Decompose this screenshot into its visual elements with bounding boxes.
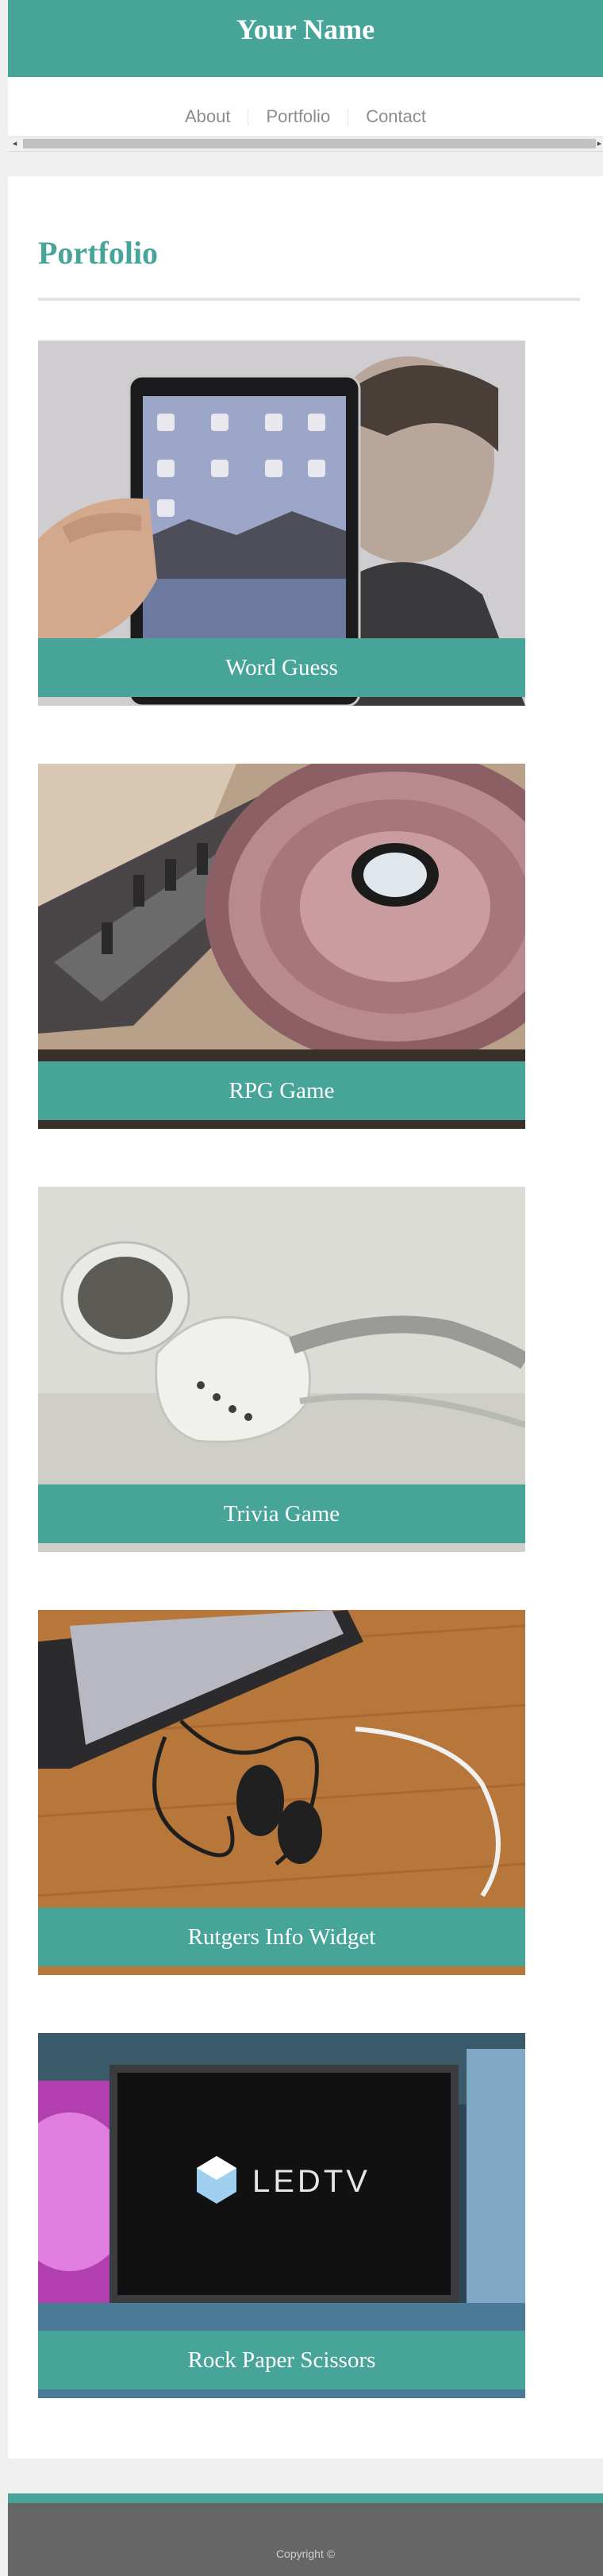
scroll-left-icon[interactable]: ◂ [8,137,21,151]
scrollbar-thumb[interactable] [23,139,596,148]
main-nav: About Portfolio Contact [8,77,603,137]
site-footer: Copyright © [8,2493,603,2576]
page-title: Portfolio [38,235,159,271]
project-caption[interactable]: RPG Game [38,1061,525,1120]
portfolio-section: Portfolio Word Guess RPG Game Trivia Gam… [8,176,603,2459]
site-header: Your Name [8,0,603,77]
project-card-word-guess[interactable]: Word Guess [38,341,525,706]
copyright-text: Copyright © [275,2547,336,2560]
project-card-rutgers-info-widget[interactable]: Rutgers Info Widget [38,1610,525,1975]
site-title[interactable]: Your Name [8,13,603,46]
project-card-rpg-game[interactable]: RPG Game [38,764,525,1129]
footer-accent-bar [8,2493,603,2503]
nav-link-contact[interactable]: Contact [348,106,444,127]
project-card-rock-paper-scissors[interactable]: LEDTV Rock Paper Scissors [38,2033,525,2398]
project-caption[interactable]: Rutgers Info Widget [38,1908,525,1966]
scroll-right-icon[interactable]: ▸ [593,137,603,151]
horizontal-scrollbar[interactable]: ◂ ▸ [8,137,603,152]
nav-link-portfolio[interactable]: Portfolio [248,106,348,127]
nav-link-about[interactable]: About [167,106,248,127]
project-caption[interactable]: Word Guess [38,638,525,697]
title-divider [38,298,580,301]
project-card-trivia-game[interactable]: Trivia Game [38,1187,525,1552]
project-caption[interactable]: Rock Paper Scissors [38,2331,525,2389]
svg-text:LEDTV: LEDTV [252,2164,371,2199]
project-caption[interactable]: Trivia Game [38,1484,525,1543]
